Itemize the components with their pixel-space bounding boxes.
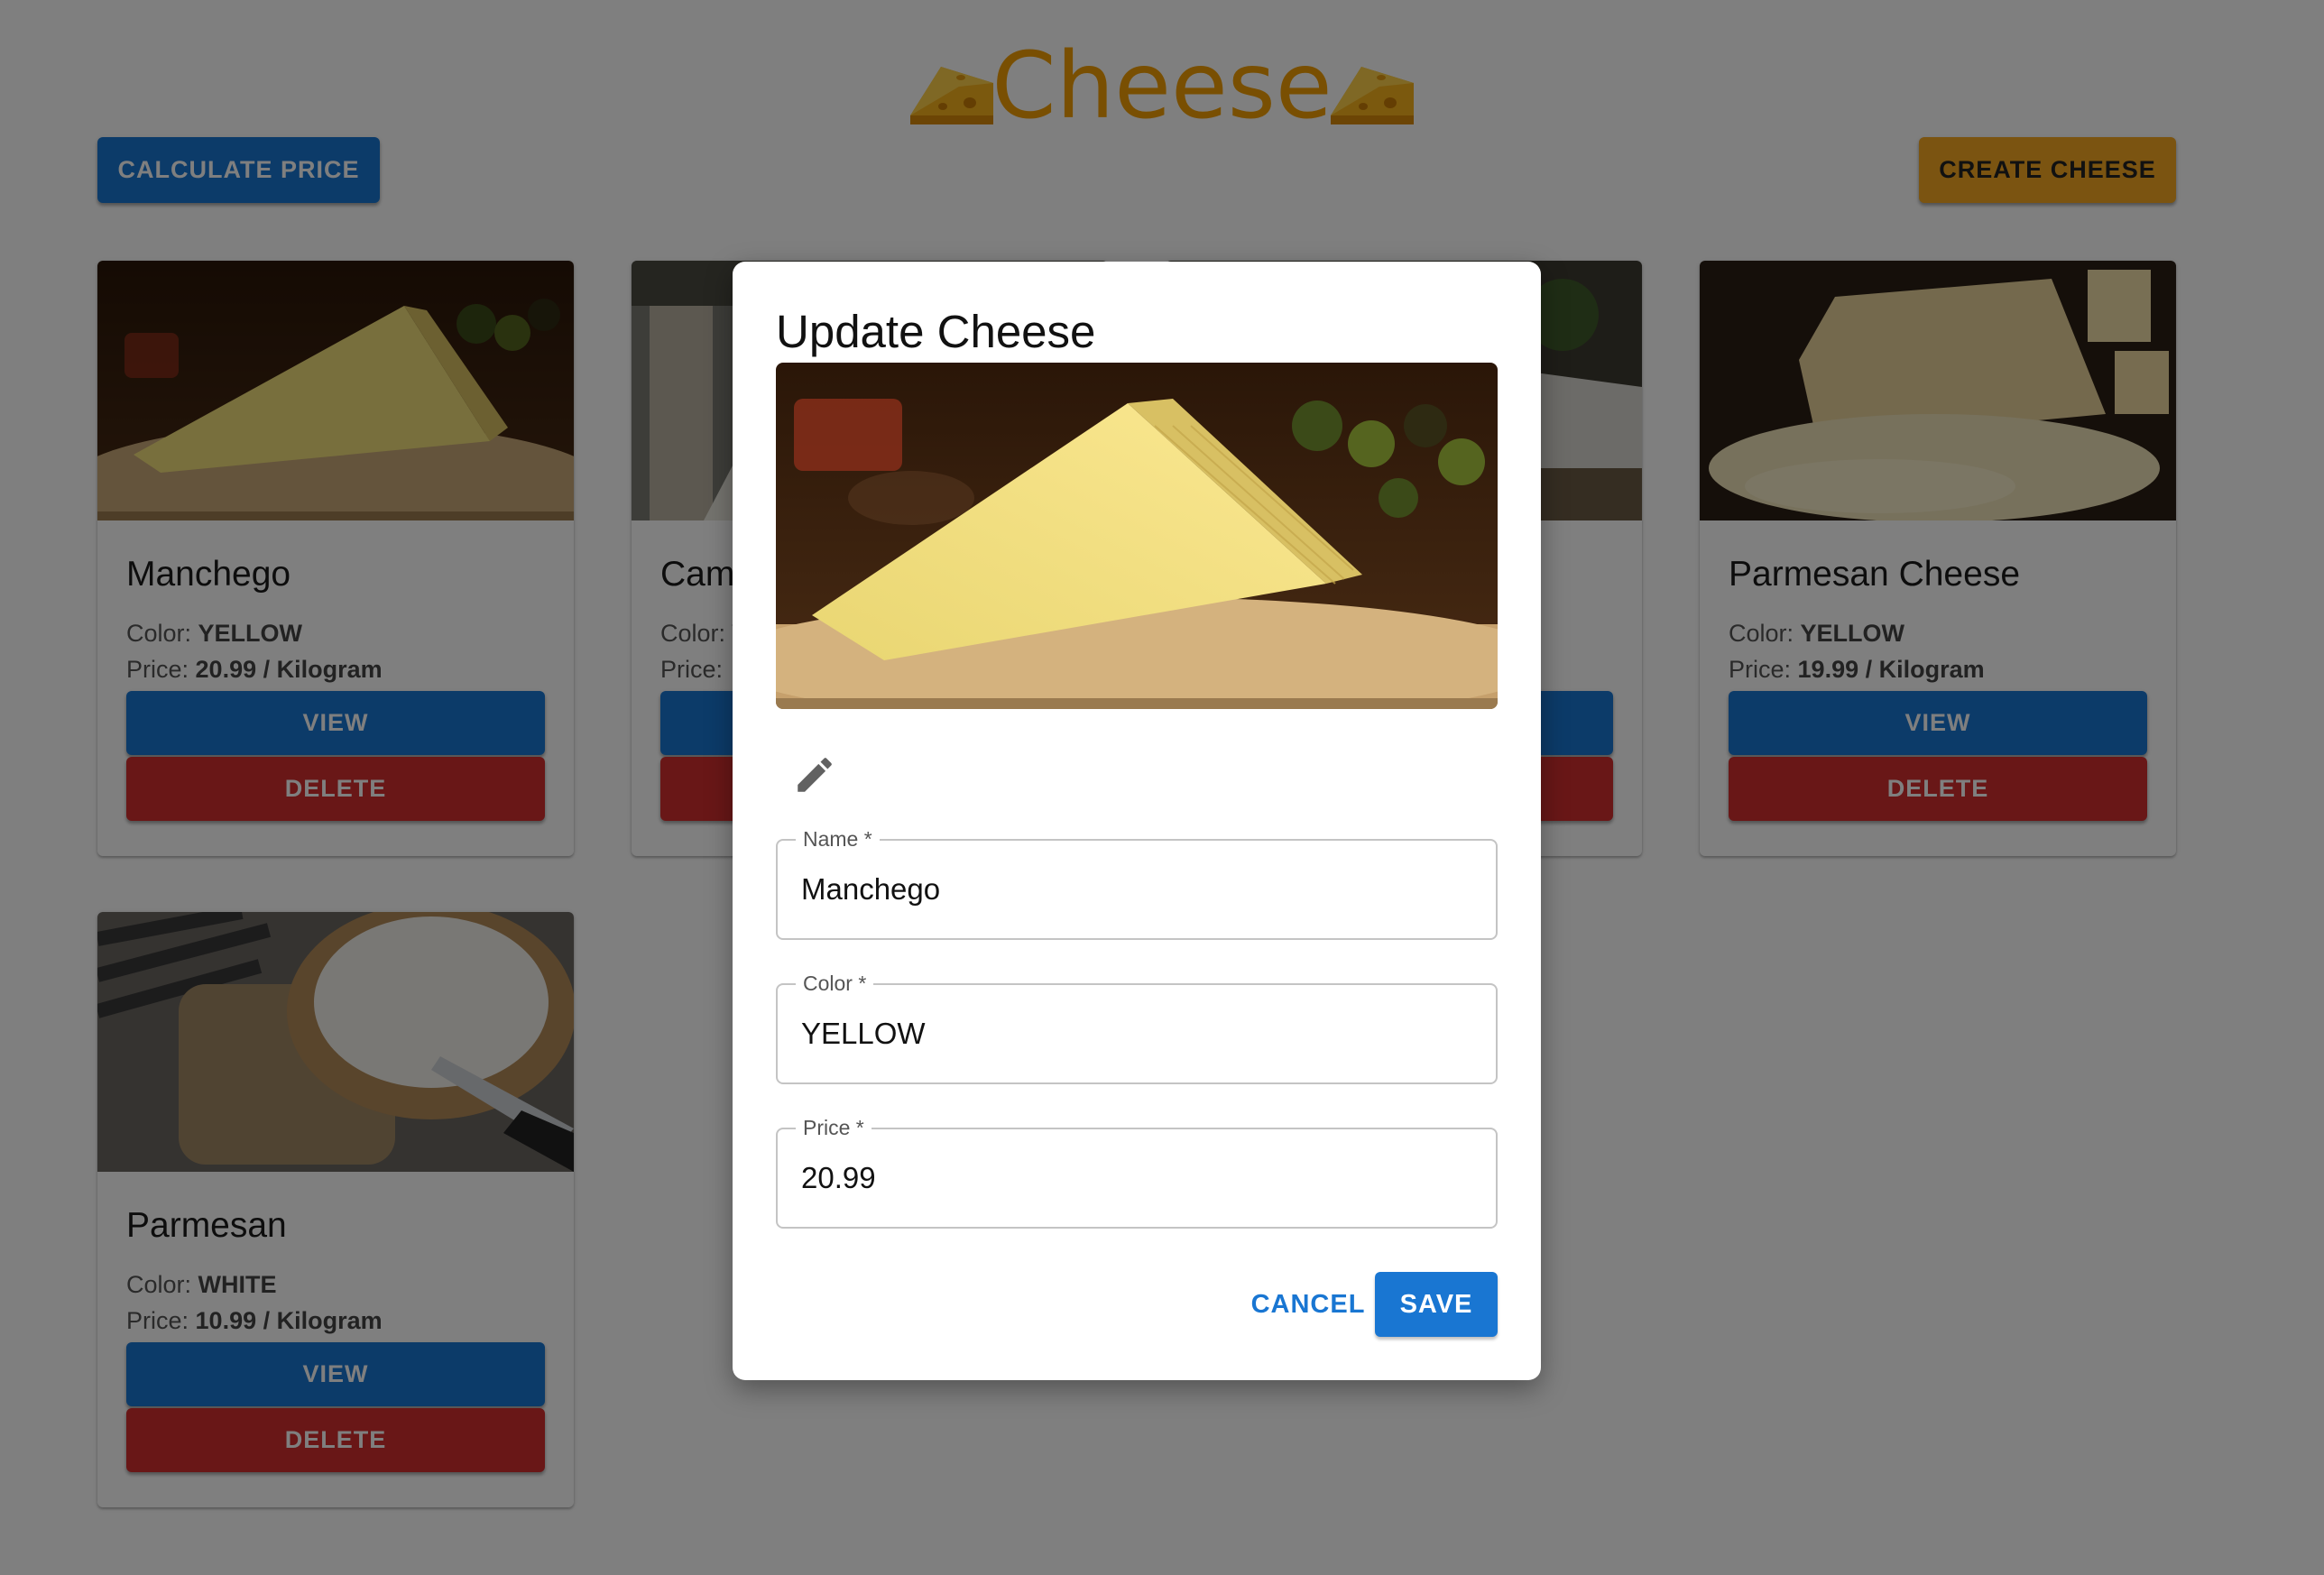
price-field: Price *: [776, 1116, 1498, 1229]
color-field: Color *: [776, 972, 1498, 1084]
price-input[interactable]: [801, 1129, 1469, 1227]
cheese-preview-image: [776, 363, 1498, 709]
save-button[interactable]: SAVE: [1375, 1272, 1498, 1337]
name-input[interactable]: [801, 841, 1469, 938]
dialog-title: Update Cheese: [776, 306, 1096, 357]
pencil-icon[interactable]: [792, 752, 837, 797]
cheese-page: Cheese CALCULATE PRICE CREATE CHEESE Man…: [0, 0, 2324, 1575]
cancel-button[interactable]: CANCEL: [1238, 1272, 1379, 1337]
name-field: Name *: [776, 827, 1498, 940]
color-input[interactable]: [801, 985, 1469, 1082]
update-cheese-dialog: Update Cheese Name * Manchego Color * YE…: [733, 262, 1541, 1380]
